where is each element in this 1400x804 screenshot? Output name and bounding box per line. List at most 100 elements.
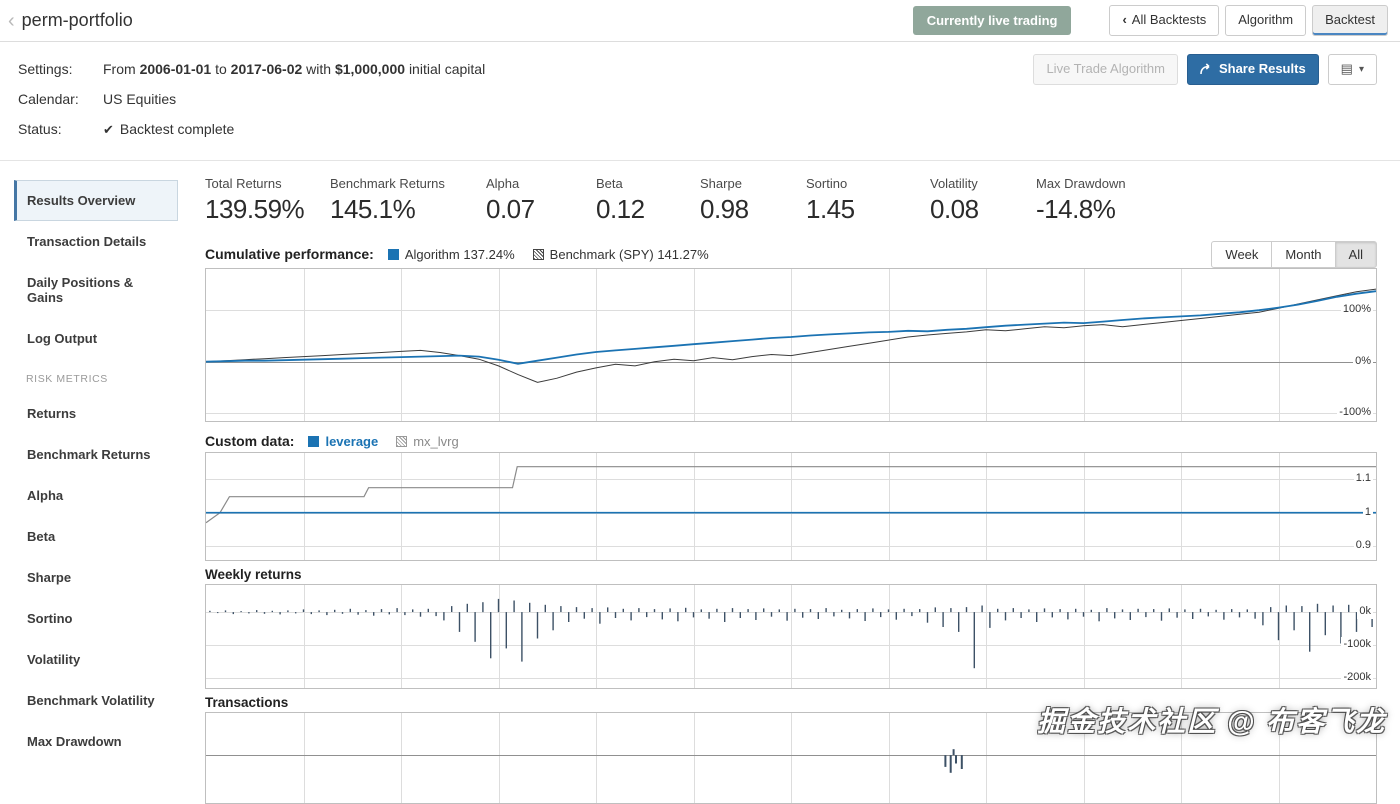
custom-data-chart: 1.1 1 0.9 bbox=[205, 452, 1377, 561]
end-date: 2017-06-02 bbox=[230, 61, 303, 77]
page-title: perm-portfolio bbox=[21, 10, 133, 30]
weekly-returns-chart: 0k -100k -200k bbox=[205, 584, 1377, 689]
sidebar-item-sharpe[interactable]: Sharpe bbox=[14, 557, 178, 598]
stat-alpha: Alpha 0.07 bbox=[486, 176, 596, 230]
sidebar-item-log-output[interactable]: Log Output bbox=[14, 318, 178, 359]
range-toggle-group: Week Month All bbox=[1211, 240, 1377, 268]
sidebar-item-max-drawdown[interactable]: Max Drawdown bbox=[14, 721, 178, 762]
legend-leverage: leverage bbox=[308, 434, 378, 449]
calendar-value: US Equities bbox=[103, 91, 177, 107]
meta-actions: Live Trade Algorithm Share Results ▤ ▾ bbox=[1033, 54, 1377, 85]
stat-label: Max Drawdown bbox=[1036, 176, 1126, 191]
leverage-legend-label: leverage bbox=[325, 433, 379, 449]
to-word: to bbox=[215, 61, 227, 77]
custom-data-header: Custom data: leverage mx_lvrg bbox=[205, 430, 1377, 452]
panel-icon: ▤ bbox=[1340, 61, 1353, 76]
stat-sortino: Sortino 1.45 bbox=[806, 176, 930, 230]
status-row: Status: ✔ Backtest complete bbox=[18, 114, 1400, 144]
transactions-title: Transactions bbox=[205, 695, 289, 710]
live-trade-algorithm-button[interactable]: Live Trade Algorithm bbox=[1033, 54, 1178, 85]
stat-label: Volatility bbox=[930, 176, 978, 191]
benchmark-legend-swatch bbox=[532, 248, 544, 260]
stat-value: 0.08 bbox=[930, 194, 979, 224]
stat-value: 0.07 bbox=[486, 194, 535, 224]
caret-down-icon: ▾ bbox=[1358, 63, 1364, 75]
backtest-tab[interactable]: Backtest bbox=[1312, 5, 1388, 36]
calendar-row: Calendar: US Equities bbox=[18, 84, 1400, 114]
start-date: 2006-01-01 bbox=[139, 61, 212, 77]
stat-value: 1.45 bbox=[806, 194, 855, 224]
sidebar-item-transaction-details[interactable]: Transaction Details bbox=[14, 221, 178, 262]
all-backtests-button[interactable]: ‹ All Backtests bbox=[1109, 5, 1220, 36]
sidebar-item-returns[interactable]: Returns bbox=[14, 393, 178, 434]
stat-max-drawdown: Max Drawdown -14.8% bbox=[1036, 176, 1377, 230]
sidebar-item-sortino[interactable]: Sortino bbox=[14, 598, 178, 639]
stat-label: Sharpe bbox=[700, 176, 742, 191]
backtest-meta: Settings: From 2006-01-01 to 2017-06-02 … bbox=[0, 42, 1400, 161]
stat-benchmark-returns: Benchmark Returns 145.1% bbox=[330, 176, 486, 230]
initial-capital: $1,000,000 bbox=[334, 61, 406, 77]
algorithm-tab[interactable]: Algorithm bbox=[1225, 5, 1307, 36]
title-wrap: ‹ perm-portfolio bbox=[8, 10, 133, 31]
status-value: ✔ Backtest complete bbox=[103, 121, 234, 138]
cumulative-performance-header: Cumulative performance: Algorithm 137.24… bbox=[205, 240, 1377, 268]
settings-label: Settings: bbox=[18, 61, 73, 77]
export-dropdown-button[interactable]: ▤ ▾ bbox=[1327, 54, 1377, 85]
stats-row: Total Returns 139.59% Benchmark Returns … bbox=[205, 176, 1377, 230]
sidebar-item-beta[interactable]: Beta bbox=[14, 516, 178, 557]
check-icon: ✔ bbox=[103, 121, 114, 137]
status-text: Backtest complete bbox=[119, 120, 235, 137]
stat-label: Sortino bbox=[806, 176, 848, 191]
cumulative-performance-title: Cumulative performance: bbox=[205, 246, 374, 262]
results-overview-panel: Total Returns 139.59% Benchmark Returns … bbox=[205, 176, 1377, 804]
chevron-left-icon: ‹ bbox=[1122, 12, 1127, 28]
from-word: From bbox=[103, 61, 136, 77]
live-trading-badge: Currently live trading bbox=[912, 6, 1072, 35]
mx-lvrg-legend-swatch bbox=[396, 435, 408, 447]
sidebar-item-alpha[interactable]: Alpha bbox=[14, 475, 178, 516]
stat-sharpe: Sharpe 0.98 bbox=[700, 176, 806, 230]
stat-value: 0.12 bbox=[596, 194, 645, 224]
sidebar-item-daily-positions-gains[interactable]: Daily Positions & Gains bbox=[14, 262, 178, 318]
benchmark-legend-label: Benchmark (SPY) 141.27% bbox=[549, 246, 709, 262]
algorithm-legend-swatch bbox=[387, 248, 399, 260]
stat-volatility: Volatility 0.08 bbox=[930, 176, 1036, 230]
sidebar-item-benchmark-volatility[interactable]: Benchmark Volatility bbox=[14, 680, 178, 721]
legend-mx-lvrg: mx_lvrg bbox=[396, 434, 459, 449]
stat-value: 139.59% bbox=[205, 194, 305, 224]
weekly-returns-title: Weekly returns bbox=[205, 567, 302, 582]
sidebar-item-results-overview[interactable]: Results Overview bbox=[14, 180, 178, 221]
status-label: Status: bbox=[18, 121, 62, 137]
share-icon bbox=[1200, 63, 1210, 75]
sidebar-item-volatility[interactable]: Volatility bbox=[14, 639, 178, 680]
range-all-button[interactable]: All bbox=[1334, 240, 1377, 268]
stat-total-returns: Total Returns 139.59% bbox=[205, 176, 330, 230]
mx-lvrg-legend-label: mx_lvrg bbox=[413, 433, 459, 449]
legend-algorithm: Algorithm 137.24% bbox=[387, 246, 515, 262]
stat-label: Total Returns bbox=[205, 176, 282, 191]
stat-label: Alpha bbox=[486, 176, 520, 191]
back-chevron-icon[interactable]: ‹ bbox=[8, 11, 15, 31]
stat-beta: Beta 0.12 bbox=[596, 176, 700, 230]
all-backtests-label: All Backtests bbox=[1131, 12, 1207, 28]
range-week-button[interactable]: Week bbox=[1211, 240, 1273, 268]
cumulative-performance-chart: 100% 0% -100% bbox=[205, 268, 1377, 422]
legend-benchmark: Benchmark (SPY) 141.27% bbox=[532, 246, 709, 262]
settings-value: From 2006-01-01 to 2017-06-02 with $1,00… bbox=[103, 61, 485, 77]
topbar-actions: Currently live trading ‹ All Backtests Al… bbox=[912, 5, 1388, 36]
sidebar-section-risk-metrics: RISK METRICS bbox=[26, 373, 108, 385]
stat-label: Beta bbox=[596, 176, 623, 191]
sidebar: Results Overview Transaction Details Dai… bbox=[14, 180, 178, 762]
share-results-label: Share Results bbox=[1218, 61, 1306, 76]
share-results-button[interactable]: Share Results bbox=[1186, 54, 1319, 85]
stat-label: Benchmark Returns bbox=[330, 176, 445, 191]
algorithm-legend-label: Algorithm 137.24% bbox=[404, 246, 515, 262]
leverage-legend-swatch bbox=[308, 435, 320, 447]
stat-value: 0.98 bbox=[700, 194, 749, 224]
calendar-label: Calendar: bbox=[18, 91, 79, 107]
custom-data-title: Custom data: bbox=[205, 433, 295, 449]
sidebar-item-benchmark-returns[interactable]: Benchmark Returns bbox=[14, 434, 178, 475]
stat-value: 145.1% bbox=[330, 194, 416, 224]
stat-value: -14.8% bbox=[1036, 194, 1116, 224]
range-month-button[interactable]: Month bbox=[1271, 240, 1336, 268]
